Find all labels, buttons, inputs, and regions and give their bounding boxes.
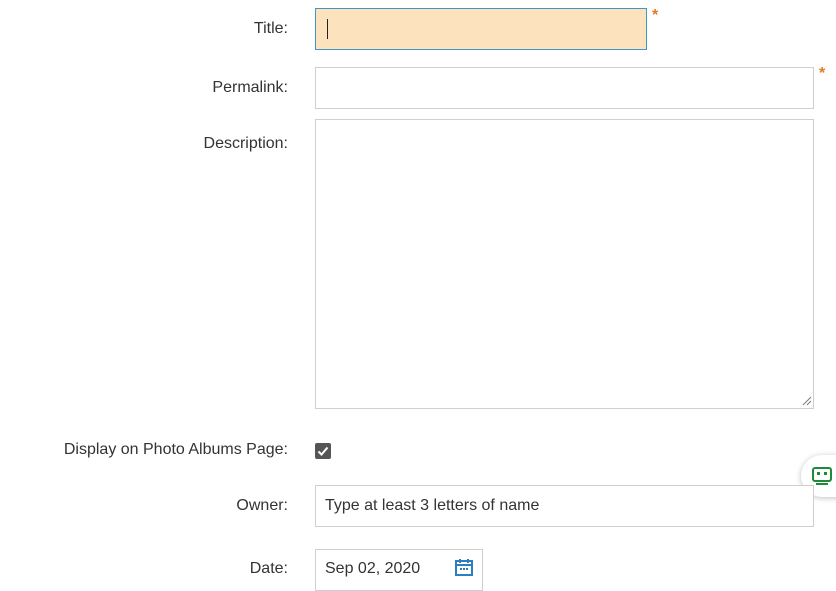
title-label: Title:: [253, 20, 288, 37]
date-value: Sep 02, 2020: [325, 560, 421, 577]
owner-label: Owner:: [236, 497, 288, 514]
owner-placeholder: Type at least 3 letters of name: [325, 497, 540, 514]
title-input[interactable]: [315, 8, 647, 50]
display-on-photo-albums-checkbox[interactable]: [315, 443, 331, 459]
checkmark-icon: [317, 446, 329, 456]
text-cursor: [327, 19, 328, 39]
permalink-input[interactable]: [315, 67, 814, 109]
display-on-photo-albums-label: Display on Photo Albums Page:: [63, 441, 288, 458]
calendar-icon[interactable]: [455, 558, 473, 576]
required-marker-title: *: [652, 7, 659, 24]
permalink-label: Permalink:: [212, 79, 288, 96]
date-label: Date:: [249, 560, 288, 577]
chat-robot-icon: [812, 467, 832, 485]
description-textarea[interactable]: [315, 119, 814, 409]
required-marker-permalink: *: [819, 65, 826, 82]
resize-handle-icon[interactable]: [800, 394, 812, 406]
description-label: Description:: [203, 135, 288, 152]
